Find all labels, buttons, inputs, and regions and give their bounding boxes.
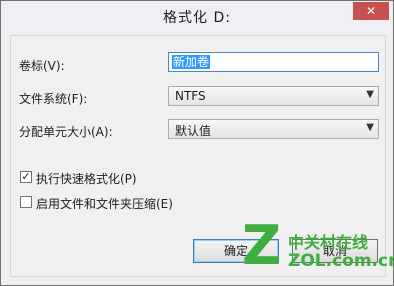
- quick-format-checkbox[interactable]: ✓: [20, 171, 32, 183]
- quick-format-label[interactable]: 执行快速格式化(P): [36, 170, 137, 187]
- chevron-down-icon: ▼: [366, 89, 374, 100]
- close-icon: ✕: [365, 4, 377, 18]
- dialog-title: 格式化 D:: [163, 10, 231, 26]
- allocation-unit-value: 默认值: [175, 124, 212, 138]
- volume-label-input[interactable]: 新加卷: [168, 52, 379, 72]
- file-system-select[interactable]: NTFS ▼: [168, 86, 379, 106]
- compression-label[interactable]: 启用文件和文件夹压缩(E): [36, 195, 173, 212]
- volume-label-value: 新加卷: [172, 55, 211, 69]
- zol-watermark: Z 中关村在线 ZOL.com.cn: [242, 219, 394, 279]
- close-button[interactable]: ✕: [353, 2, 389, 20]
- file-system-caption: 文件系统(F):: [19, 92, 88, 106]
- chevron-down-icon: ▼: [366, 122, 374, 133]
- file-system-value: NTFS: [175, 89, 206, 103]
- watermark-brand-cn: 中关村在线: [288, 233, 369, 252]
- volume-label-caption: 卷标(V):: [19, 59, 65, 73]
- compression-checkbox[interactable]: [20, 196, 32, 208]
- title-bar[interactable]: 格式化 D: ✕: [1, 1, 393, 34]
- zol-logo-icon: Z: [242, 214, 282, 277]
- allocation-unit-caption: 分配单元大小(A):: [19, 125, 113, 139]
- watermark-brand-en: ZOL.com.cn: [288, 251, 394, 271]
- checkmark-icon: ✓: [21, 170, 31, 183]
- allocation-unit-select[interactable]: 默认值 ▼: [168, 119, 379, 139]
- format-dialog: 格式化 D: ✕ 卷标(V): 新加卷 文件系统(F): NTFS ▼ 分配单元…: [0, 0, 394, 286]
